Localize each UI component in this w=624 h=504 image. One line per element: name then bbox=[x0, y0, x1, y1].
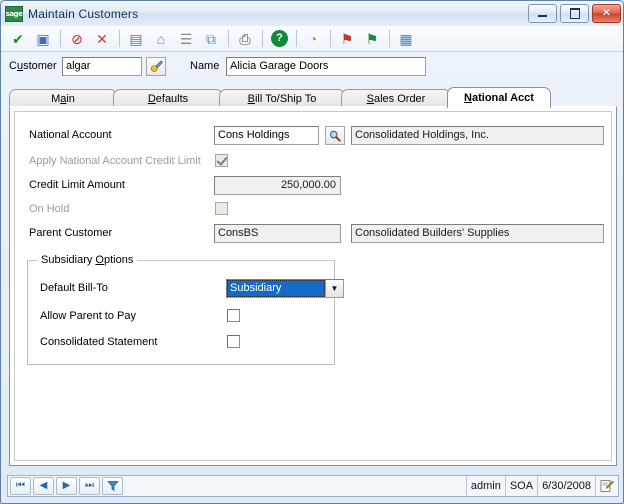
customer-input[interactable]: algar bbox=[62, 57, 142, 76]
tab-national-acct[interactable]: National Acct bbox=[447, 87, 551, 108]
close-button[interactable]: ✕ bbox=[592, 4, 621, 23]
apply-credit-limit-checkbox bbox=[215, 154, 228, 167]
toolbar-separator bbox=[330, 30, 331, 47]
customer-header-row: Customer algar Name Alicia Garage Doors bbox=[1, 56, 623, 82]
toolbar: ✔ ▣ ⊘ ✕ ▤ ⌂ ☰ ⧉ ⎙? ◔ ⚑ ⚑ ▦ bbox=[1, 26, 623, 52]
parent-customer-label: Parent Customer bbox=[29, 227, 113, 239]
credit-limit-amount-input: 250,000.00 bbox=[214, 176, 341, 195]
credit-limit-amount-label: Credit Limit Amount bbox=[29, 179, 125, 191]
alphabetize-icon[interactable]: ⌂ bbox=[149, 27, 173, 51]
maintain-customers-window: sage Maintain Customers ✕ ✔ ▣ ⊘ ✕ ▤ ⌂ ☰ ⧉ ⎙? ◔ ⚑ ⚑ ▦… bbox=[0, 0, 624, 504]
panel-inner: National Account Cons Holdings Consolida… bbox=[14, 111, 612, 461]
export-icon[interactable]: ▤ bbox=[124, 27, 148, 51]
print-icon[interactable]: ⎙ bbox=[233, 27, 257, 51]
national-account-description: Consolidated Holdings, Inc. bbox=[351, 126, 604, 145]
window-title: Maintain Customers bbox=[28, 6, 139, 21]
tab-label: Main bbox=[51, 92, 75, 105]
consolidated-statement-label: Consolidated Statement bbox=[40, 336, 158, 348]
toolbar-separator bbox=[262, 30, 263, 47]
tab-label: National Acct bbox=[464, 92, 534, 104]
name-label: Name bbox=[190, 60, 220, 72]
sage-logo-icon: sage bbox=[5, 5, 23, 22]
toolbar-separator bbox=[228, 30, 229, 47]
allow-parent-to-pay-row: Allow Parent to Pay bbox=[40, 307, 330, 327]
tab-bill-to-ship-to[interactable]: Bill To/Ship To bbox=[219, 89, 345, 107]
status-bar: ⏮ ◀ ▶ ⏭ admin SOA 6/30/2008 bbox=[7, 475, 619, 497]
allow-parent-to-pay-checkbox[interactable] bbox=[227, 309, 240, 322]
status-company: SOA bbox=[504, 476, 537, 496]
apply-credit-limit-row: Apply National Account Credit Limit bbox=[29, 152, 604, 172]
customer-green-icon[interactable]: ⚑ bbox=[360, 27, 384, 51]
name-input[interactable]: Alicia Garage Doors bbox=[226, 57, 426, 76]
flashlight-lookup-icon[interactable] bbox=[146, 57, 166, 76]
on-hold-label: On Hold bbox=[29, 203, 70, 215]
consolidated-statement-row: Consolidated Statement bbox=[40, 333, 330, 353]
minimize-button[interactable] bbox=[528, 4, 557, 23]
national-account-code-input[interactable]: Cons Holdings bbox=[214, 126, 319, 145]
filter-button[interactable] bbox=[102, 477, 123, 495]
chevron-down-icon[interactable]: ▼ bbox=[325, 280, 343, 297]
memo-icon[interactable]: ☰ bbox=[174, 27, 198, 51]
consolidated-statement-checkbox[interactable] bbox=[227, 335, 240, 348]
tab-defaults[interactable]: Defaults bbox=[113, 89, 223, 107]
on-hold-checkbox bbox=[215, 202, 228, 215]
parent-customer-description: Consolidated Builders' Supplies bbox=[351, 224, 604, 243]
cancel-icon[interactable]: ⊘ bbox=[65, 27, 89, 51]
nav-prev-button[interactable]: ◀ bbox=[33, 477, 54, 495]
copy-icon[interactable]: ⧉ bbox=[199, 27, 223, 51]
nav-first-button[interactable]: ⏮ bbox=[10, 477, 31, 495]
national-account-row: National Account Cons Holdings Consolida… bbox=[29, 126, 604, 146]
toolbar-separator bbox=[389, 30, 390, 47]
customer-red-icon[interactable]: ⚑ bbox=[335, 27, 359, 51]
nav-next-button[interactable]: ▶ bbox=[56, 477, 77, 495]
subsidiary-options-group: Subsidiary Options Default Bill-To Subsi… bbox=[27, 254, 344, 365]
tab-label: Sales Order bbox=[366, 92, 426, 105]
magnifier-lookup-icon[interactable] bbox=[325, 126, 345, 145]
subsidiary-options-title: Subsidiary Options bbox=[37, 254, 138, 266]
tab-label: Bill To/Ship To bbox=[247, 92, 317, 105]
default-bill-to-value[interactable]: Subsidiary bbox=[227, 280, 325, 297]
status-date: 6/30/2008 bbox=[537, 476, 595, 496]
credit-limit-amount-row: Credit Limit Amount 250,000.00 bbox=[29, 176, 604, 196]
maximize-button[interactable] bbox=[560, 4, 589, 23]
allow-parent-to-pay-label: Allow Parent to Pay bbox=[40, 310, 136, 322]
default-bill-to-row: Default Bill-To Subsidiary ▼ bbox=[40, 279, 344, 299]
toolbar-separator bbox=[60, 30, 61, 47]
parent-customer-code: ConsBS bbox=[214, 224, 341, 243]
analysis-icon[interactable]: ◔ bbox=[301, 27, 325, 51]
default-bill-to-combobox[interactable]: Subsidiary ▼ bbox=[226, 279, 344, 298]
record-navigator: ⏮ ◀ ▶ ⏭ bbox=[8, 477, 123, 495]
help-icon[interactable]: ? bbox=[271, 30, 288, 47]
form-designer-icon[interactable]: ▦ bbox=[394, 27, 418, 51]
toolbar-separator bbox=[296, 30, 297, 47]
toolbar-separator bbox=[119, 30, 120, 47]
tab-strip: Main Defaults Bill To/Ship To Sales Order Na… bbox=[9, 87, 617, 108]
title-bar: sage Maintain Customers ✕ bbox=[1, 1, 623, 27]
national-account-label: National Account bbox=[29, 129, 112, 141]
tab-main[interactable]: Main bbox=[9, 89, 117, 107]
delete-icon[interactable]: ✕ bbox=[90, 27, 114, 51]
customer-label: Customer bbox=[9, 60, 57, 72]
status-user: admin bbox=[465, 476, 505, 496]
on-hold-row: On Hold bbox=[29, 200, 604, 220]
default-bill-to-label: Default Bill-To bbox=[40, 282, 108, 294]
parent-customer-row: Parent Customer ConsBS Consolidated Buil… bbox=[29, 224, 604, 244]
tab-label: Defaults bbox=[147, 92, 189, 105]
window-controls: ✕ bbox=[528, 4, 621, 23]
tab-sales-order[interactable]: Sales Order bbox=[341, 89, 451, 107]
apply-credit-limit-label: Apply National Account Credit Limit bbox=[29, 155, 201, 167]
accept-icon[interactable]: ✔ bbox=[6, 27, 30, 51]
nav-last-button[interactable]: ⏭ bbox=[79, 477, 100, 495]
national-acct-panel: National Account Cons Holdings Consolida… bbox=[9, 106, 617, 466]
save-icon[interactable]: ▣ bbox=[31, 27, 55, 51]
edit-pencil-icon[interactable] bbox=[595, 476, 618, 496]
